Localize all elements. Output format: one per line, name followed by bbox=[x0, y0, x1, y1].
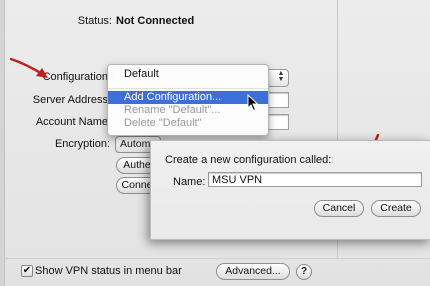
menu-item-rename: Rename "Default"... bbox=[124, 104, 221, 116]
advanced-button[interactable]: Advanced... bbox=[216, 263, 290, 280]
status-label: Status: bbox=[77, 15, 112, 27]
annotation-arrow-icon bbox=[9, 57, 48, 78]
cancel-button[interactable]: Cancel bbox=[314, 200, 364, 217]
sheet-prompt: Create a new configuration called: bbox=[165, 154, 332, 166]
encryption-label: Encryption: bbox=[54, 138, 110, 150]
checkmark-icon: ✔ bbox=[22, 265, 32, 276]
show-vpn-status-label: Show VPN status in menu bar bbox=[35, 265, 182, 277]
help-button[interactable]: ? bbox=[296, 264, 312, 280]
pane-bottom-divider bbox=[0, 258, 430, 259]
configuration-name-field[interactable]: MSU VPN bbox=[208, 172, 422, 187]
server-address-label: Server Address bbox=[32, 94, 108, 106]
configuration-menu: Default Add Configuration... Rename "Def… bbox=[107, 64, 269, 136]
menu-item-default[interactable]: Default bbox=[108, 68, 268, 81]
vpn-preferences-pane: Status: Not Connected Configuration ▲ ▼ S… bbox=[0, 0, 430, 286]
popup-arrows-icon: ▲ ▼ bbox=[277, 70, 285, 83]
sheet-name-label: Name: bbox=[173, 176, 206, 188]
server-address-field[interactable] bbox=[268, 92, 289, 108]
status-value: Not Connected bbox=[116, 15, 195, 27]
menu-item-add-configuration[interactable]: Add Configuration... bbox=[108, 91, 268, 104]
menu-separator bbox=[108, 88, 268, 89]
new-configuration-sheet: Create a new configuration called: Name:… bbox=[150, 140, 430, 240]
sidebar-edge bbox=[0, 0, 5, 286]
create-button[interactable]: Create bbox=[371, 200, 421, 217]
account-name-label: Account Name bbox=[35, 116, 108, 128]
menu-item-delete: Delete "Default" bbox=[124, 117, 202, 129]
show-vpn-status-checkbox[interactable]: ✔ bbox=[21, 265, 33, 277]
account-name-field[interactable] bbox=[268, 114, 289, 130]
mouse-cursor-icon bbox=[247, 94, 259, 112]
